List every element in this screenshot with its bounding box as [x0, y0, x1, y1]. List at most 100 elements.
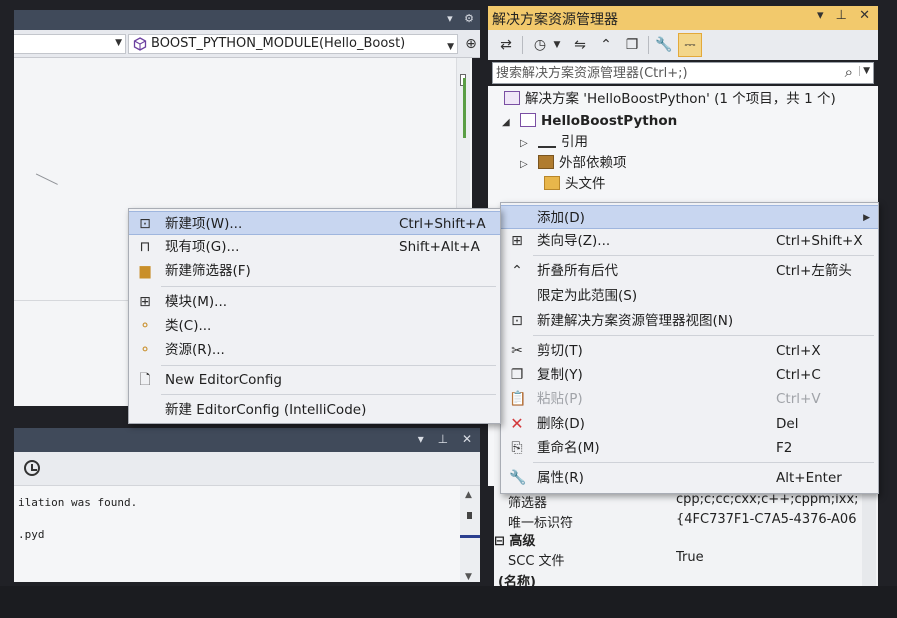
menu-item-label: 粘贴(P) [537, 391, 583, 407]
menu-item-paste: 📋 粘贴(P) Ctrl+V [501, 387, 878, 411]
tree-item-label: 解决方案 'HelloBoostPython' (1 个项目，共 1 个) [525, 91, 836, 107]
menu-item-new-editorconfig[interactable]: 🗋 New EditorConfig [129, 368, 500, 392]
member-dropdown[interactable]: BOOST_PYTHON_MODULE(Hello_Boost) ▼ [128, 34, 458, 54]
chevron-down-icon[interactable]: ▼ [552, 35, 562, 55]
tree-item-label: HelloBoostPython [541, 113, 678, 129]
properties-wrench-icon[interactable]: 🔧 [654, 35, 674, 55]
tree-item-external-deps[interactable]: ▷ 外部依赖项 [520, 152, 627, 174]
collapse-all-icon[interactable]: ⌃ [596, 35, 616, 55]
menu-item-copy[interactable]: ❐ 复制(Y) Ctrl+C [501, 363, 878, 387]
cube-symbol-icon [133, 37, 147, 51]
tree-item-header-files[interactable]: 头文件 [544, 173, 606, 195]
clock-icon[interactable] [24, 460, 40, 476]
search-options-dropdown-icon[interactable]: ▼ [859, 66, 870, 76]
scroll-down-arrow-icon[interactable]: ▼ [465, 572, 472, 582]
property-name: 唯一标识符 [508, 516, 574, 531]
menu-item-delete[interactable]: ✕ 删除(D) Del [501, 412, 878, 436]
output-scrollbar[interactable]: ▲ ▼ [460, 486, 480, 582]
menu-item-label: 现有项(G)... [165, 239, 240, 255]
menu-item-rename[interactable]: ⎘ 重命名(M) F2 [501, 436, 878, 460]
tree-item-label: 头文件 [565, 176, 606, 192]
menu-separator [533, 255, 874, 256]
solution-explorer-title: 解决方案资源管理器 [492, 12, 618, 28]
menu-item-class[interactable]: ⚬ 类(C)... [129, 314, 500, 338]
property-value[interactable]: cpp;c;cc;cxx;c++;cppm;ixx;de [676, 492, 858, 507]
menu-item-shortcut: Ctrl+左箭头 [776, 263, 852, 279]
output-line: ilation was found. [18, 496, 138, 509]
delete-icon: ✕ [510, 414, 524, 433]
close-icon[interactable]: ✕ [859, 8, 870, 23]
menu-item-new-explorer-view[interactable]: ⊡ 新建解决方案资源管理器视图(N) [501, 309, 878, 333]
expanded-triangle-icon[interactable]: ◢ [502, 112, 514, 134]
member-dropdown-value: BOOST_PYTHON_MODULE(Hello_Boost) [151, 36, 406, 51]
sync-arrows-icon[interactable]: ⇋ [570, 35, 590, 55]
close-icon[interactable]: ✕ [462, 432, 472, 446]
menu-item-new-item[interactable]: ⊡ 新建项(W)... Ctrl+Shift+A [129, 211, 500, 235]
tab-list-dropdown-icon[interactable]: ▾ [447, 12, 453, 25]
new-filter-icon: ▆ [139, 263, 151, 279]
window-position-dropdown-icon[interactable]: ▾ [817, 8, 824, 23]
references-icon [538, 134, 556, 148]
rename-icon: ⎘ [511, 440, 523, 456]
menu-item-properties[interactable]: 🔧 属性(R) Alt+Enter [501, 466, 878, 490]
menu-item-label: 折叠所有后代 [537, 263, 618, 279]
scroll-thumb[interactable] [467, 512, 472, 519]
collapse-icon: ⌃ [511, 263, 523, 279]
search-input[interactable] [496, 64, 836, 82]
filter-folder-icon [544, 176, 560, 190]
copy-icon: ❐ [510, 367, 524, 383]
show-all-files-icon[interactable]: ❐ [622, 35, 642, 55]
window-position-dropdown-icon[interactable]: ▾ [418, 432, 424, 446]
menu-item-label: 新建解决方案资源管理器视图(N) [537, 313, 734, 329]
output-line: .pyd [18, 528, 45, 541]
menu-item-new-filter[interactable]: ▆ 新建筛选器(F) [129, 259, 500, 283]
menu-item-shortcut: Ctrl+X [776, 343, 821, 359]
property-value[interactable]: {4FC737F1-C7A5-4376-A06 [676, 512, 858, 527]
pin-icon[interactable]: ⊥ [438, 432, 448, 446]
history-clock-icon[interactable]: ◷ [530, 35, 550, 55]
menu-item-module[interactable]: ⊞ 模块(M)... [129, 290, 500, 314]
menu-item-label: 删除(D) [537, 416, 585, 432]
tree-item-references[interactable]: ▷ 引用 [520, 131, 588, 153]
solution-icon [504, 91, 520, 105]
menu-item-scope-to-this[interactable]: 限定为此范围(S) [501, 284, 878, 308]
menu-item-resource[interactable]: ⚬ 资源(R)... [129, 338, 500, 362]
module-icon: ⊞ [139, 294, 151, 310]
switch-views-icon[interactable]: ⇄ [496, 35, 516, 55]
pin-icon[interactable]: ⊥ [836, 8, 847, 23]
chevron-down-icon: ▼ [447, 42, 454, 52]
menu-item-label: 资源(R)... [165, 342, 225, 358]
menu-item-add[interactable]: 添加(D) ▶ [501, 205, 878, 229]
property-category-label: 高级 [509, 534, 536, 549]
menu-item-label: 新建项(W)... [165, 216, 243, 232]
solution-explorer-title-bar: 解决方案资源管理器 ▾ ⊥ ✕ [488, 6, 878, 30]
collapsed-triangle-icon[interactable]: ▷ [520, 154, 532, 176]
editorconfig-icon: 🗋 [139, 372, 151, 388]
menu-item-collapse-descendants[interactable]: ⌃ 折叠所有后代 Ctrl+左箭头 [501, 259, 878, 283]
menu-item-class-wizard[interactable]: ⊞ 类向导(Z)... Ctrl+Shift+X [501, 229, 878, 253]
output-text-area[interactable]: ilation was found. .pyd [14, 486, 460, 582]
tree-item-project[interactable]: ◢ HelloBoostPython [502, 110, 677, 132]
screen-bezel [0, 586, 897, 618]
split-editor-button[interactable]: ⊕ [462, 36, 480, 54]
search-icon[interactable]: ⌕ [845, 63, 853, 81]
menu-item-shortcut: Ctrl+Shift+X [776, 233, 863, 249]
menu-item-label: 新建筛选器(F) [165, 263, 251, 279]
property-value[interactable]: True [676, 550, 858, 565]
settings-gear-icon[interactable]: ⚙ [464, 12, 474, 25]
submenu-arrow-icon: ▶ [863, 213, 870, 223]
class-wizard-icon: ⊞ [511, 233, 523, 249]
tree-item-solution[interactable]: 解决方案 'HelloBoostPython' (1 个项目，共 1 个) [504, 88, 836, 110]
menu-item-shortcut: Del [776, 416, 799, 432]
collapse-box-icon[interactable]: ⊟ [494, 534, 509, 549]
scope-dropdown[interactable]: ▼ [14, 34, 126, 54]
menu-item-new-editorconfig-intellicode[interactable]: 新建 EditorConfig (IntelliCode) [129, 398, 500, 422]
property-category[interactable]: ⊟ 高级 [494, 530, 535, 549]
solution-explorer-search[interactable]: ⌕ ▼ [492, 62, 874, 84]
menu-item-cut[interactable]: ✂ 剪切(T) Ctrl+X [501, 339, 878, 363]
menu-item-shortcut: Shift+Alt+A [399, 239, 480, 255]
scroll-up-arrow-icon[interactable]: ▲ [465, 490, 472, 500]
cut-icon: ✂ [511, 343, 523, 359]
menu-item-existing-item[interactable]: ⊓ 现有项(G)... Shift+Alt+A [129, 235, 500, 259]
menu-item-shortcut: Ctrl+Shift+A [399, 216, 486, 232]
